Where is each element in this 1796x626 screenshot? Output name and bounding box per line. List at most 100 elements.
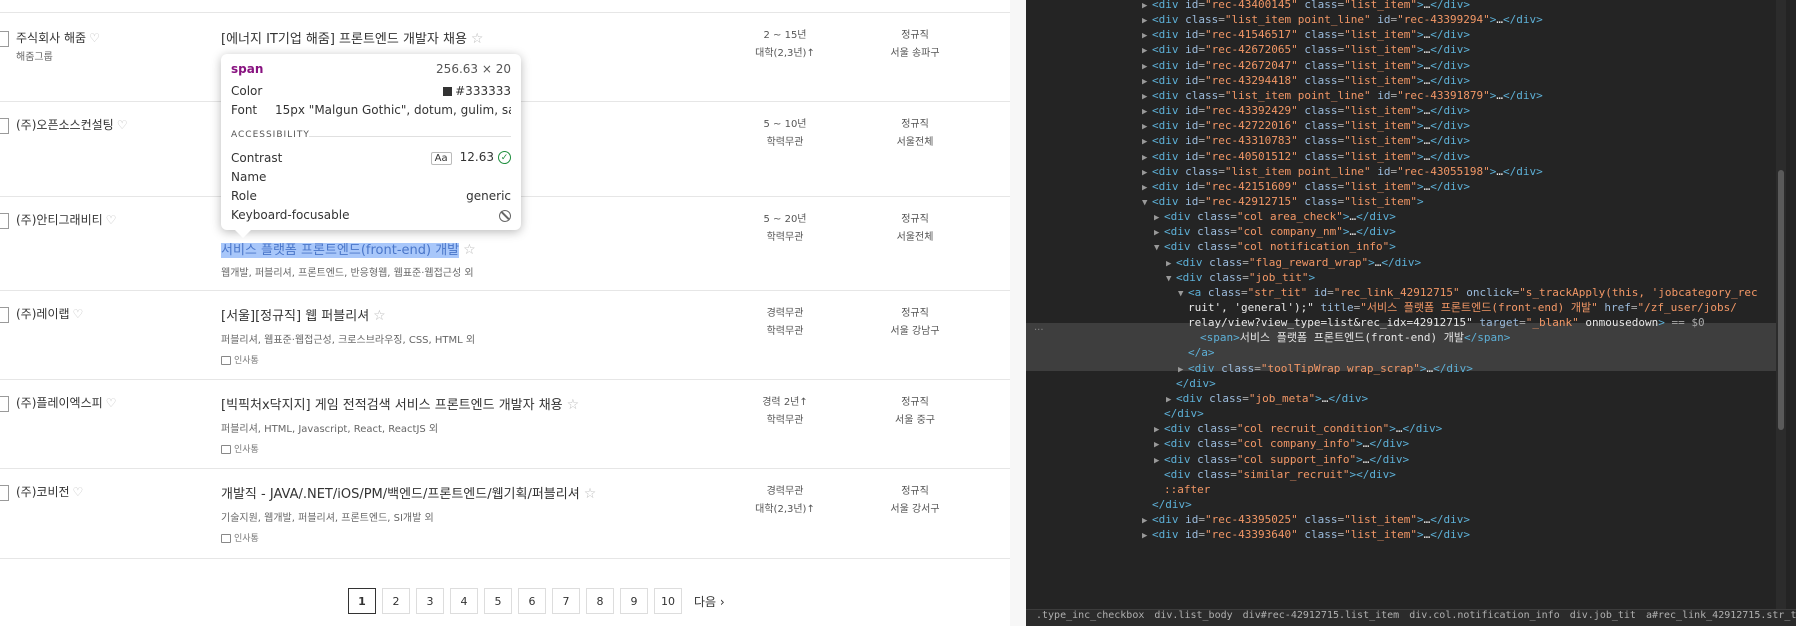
dom-node-line[interactable]: ▶ <div class="toolTipWrap wrap_scrap">…</… <box>1178 361 1473 378</box>
dom-node-line[interactable]: <span>서비스 플랫폼 프론트엔드(front-end) 개발</span> <box>1190 330 1510 345</box>
breadcrumb-item[interactable]: div.col.notification_info <box>1409 610 1560 621</box>
job-meta: 기술지원, 웹개발, 퍼블리셔, 프론트엔드, SI개발 외 <box>221 513 434 524</box>
breadcrumb: .type_inc_checkbox div.list_body div#rec-4… <box>1026 609 1796 626</box>
page-1-button[interactable]: 1 <box>348 588 376 614</box>
page-4-button[interactable]: 4 <box>450 588 478 614</box>
check-circle-icon: ✓ <box>498 151 511 164</box>
row-checkbox[interactable] <box>0 307 9 323</box>
job-title[interactable]: [에너지 IT기업 해줌] 프론트엔드 개발자 채용 ☆ <box>221 28 483 47</box>
dom-node-line[interactable]: </div> <box>1154 406 1204 421</box>
next-page-button[interactable]: 다음 › <box>694 593 725 610</box>
expand-triangle-icon[interactable]: ▼ <box>1166 272 1176 287</box>
company-info: 정규직 서울 강서구 <box>860 483 970 519</box>
scrollbar-thumb[interactable] <box>1778 170 1784 430</box>
job-title-label[interactable]: 개발직 - JAVA/.NET/iOS/PM/백엔드/프론트엔드/웹기획/퍼블리… <box>221 487 580 502</box>
panel-gap <box>1010 0 1026 626</box>
job-meta: 퍼블리셔, HTML, Javascript, React, ReactJS 외 <box>221 424 439 435</box>
breadcrumb-item[interactable]: .type_inc_checkbox <box>1036 610 1144 621</box>
heart-icon[interactable]: ♡ <box>89 31 100 45</box>
tooltip-keyboard-label: Keyboard-focusable <box>231 208 350 222</box>
job-title[interactable]: [빅픽처x닥지지] 게임 전적검색 서비스 프론트엔드 개발자 채용 ☆ <box>221 394 579 413</box>
company-name[interactable]: 주식회사 해줌 ♡ <box>16 29 100 46</box>
employment-type: 정규직 <box>901 397 929 408</box>
dom-node-line[interactable]: </div> <box>1166 376 1216 391</box>
company-label[interactable]: (주)안티그래비티 <box>16 213 103 227</box>
star-icon[interactable]: ☆ <box>471 31 484 47</box>
job-title[interactable]: 개발직 - JAVA/.NET/iOS/PM/백엔드/프론트엔드/웹기획/퍼블리… <box>221 483 596 502</box>
page-6-button[interactable]: 6 <box>518 588 546 614</box>
breadcrumb-item[interactable]: a#rec_link_42912715.str_tit <box>1646 610 1796 621</box>
expand-triangle-icon[interactable]: ▶ <box>1142 529 1152 544</box>
company-name[interactable]: (주)안티그래비티 ♡ <box>16 211 116 228</box>
company-name[interactable]: (주)플레이엑스피 ♡ <box>16 394 116 411</box>
dom-node-line[interactable]: ::after <box>1154 482 1210 497</box>
chat-icon <box>221 445 231 454</box>
expand-triangle-icon[interactable]: ▼ <box>1142 196 1152 211</box>
education: 대학(2,3년)↑ <box>755 504 815 515</box>
page-5-button[interactable]: 5 <box>484 588 512 614</box>
page-3-button[interactable]: 3 <box>416 588 444 614</box>
star-icon[interactable]: ☆ <box>463 242 476 258</box>
dom-node-text: <div id="rec-43294418" class="list_item"… <box>1152 73 1470 87</box>
experience: 경력무관 <box>766 486 804 497</box>
company-label[interactable]: (주)레이랩 <box>16 307 70 321</box>
row-checkbox[interactable] <box>0 31 9 47</box>
company-label[interactable]: (주)코비전 <box>16 485 70 499</box>
heart-icon[interactable]: ♡ <box>73 485 84 499</box>
dom-node-line[interactable]: </a> <box>1178 345 1215 360</box>
company-label[interactable]: (주)오픈소스컨설팅 <box>16 118 114 132</box>
dom-node-line[interactable]: relay/view?view_type=list&rec_idx=429127… <box>1178 315 1705 330</box>
tooltip-font-value: 15px "Malgun Gothic", dotum, gulim, san.… <box>275 103 511 117</box>
more-icon[interactable]: ··· <box>1034 325 1044 336</box>
star-icon[interactable]: ☆ <box>584 486 597 502</box>
breadcrumb-item[interactable]: div.job_tit <box>1570 610 1636 621</box>
education: 학력무관 <box>766 137 804 148</box>
dom-node-text: <div class="job_meta">…</div> <box>1176 391 1369 405</box>
row-checkbox[interactable] <box>0 396 9 412</box>
company-label[interactable]: 주식회사 해줌 <box>16 31 86 45</box>
row-checkbox[interactable] <box>0 213 9 229</box>
company-label[interactable]: (주)플레이엑스피 <box>16 396 103 410</box>
next-page-label[interactable]: 다음 <box>694 595 716 609</box>
tooltip-color-label: Color <box>231 84 263 98</box>
heart-icon[interactable]: ♡ <box>73 307 84 321</box>
heart-icon[interactable]: ♡ <box>106 396 117 410</box>
dom-node-line[interactable]: ▶ <div id="rec-43393640" class="list_item… <box>1142 527 1470 544</box>
job-title[interactable]: 서비스 플랫폼 프론트엔드(front-end) 개발 ☆ <box>221 239 476 258</box>
dom-node-line[interactable]: <div class="similar_recruit"></div> <box>1154 467 1396 482</box>
experience: 5 ~ 10년 <box>763 119 807 130</box>
company-info: 정규직 서울 송파구 <box>860 27 970 63</box>
recruit-condition: 경력 2년↑ 학력무관 <box>730 394 840 430</box>
job-title-label[interactable]: [서울][정규직] 웹 퍼블리셔 <box>221 309 369 324</box>
company-name[interactable]: (주)오픈소스컨설팅 ♡ <box>16 116 127 133</box>
company-name[interactable]: (주)레이랩 ♡ <box>16 305 83 322</box>
job-title-label[interactable]: [에너지 IT기업 해줌] 프론트엔드 개발자 채용 <box>221 32 467 47</box>
not-allowed-icon <box>499 209 511 222</box>
page-8-button[interactable]: 8 <box>586 588 614 614</box>
heart-icon[interactable]: ♡ <box>106 213 117 227</box>
breadcrumb-item[interactable]: div.list_body <box>1154 610 1232 621</box>
page-10-button[interactable]: 10 <box>654 588 682 614</box>
dom-node-text: <div class="col company_info">…</div> <box>1164 437 1410 451</box>
job-title-label[interactable]: 서비스 플랫폼 프론트엔드(front-end) 개발 <box>221 243 460 258</box>
heart-icon[interactable]: ♡ <box>117 118 128 132</box>
star-icon[interactable]: ☆ <box>567 397 580 413</box>
company-name[interactable]: (주)코비전 ♡ <box>16 483 83 500</box>
dom-node-line[interactable]: </div> <box>1142 497 1192 512</box>
company-info: 정규직 서울 강남구 <box>860 305 970 341</box>
dom-node-text: <div id="rec-42672047" class="list_item"… <box>1152 58 1470 72</box>
recruit-condition: 5 ~ 10년학력무관 <box>730 116 840 152</box>
page-9-button[interactable]: 9 <box>620 588 648 614</box>
page-2-button[interactable]: 2 <box>382 588 410 614</box>
breadcrumb-item[interactable]: div#rec-42912715.list_item <box>1243 610 1400 621</box>
dom-node-text: </a> <box>1188 346 1215 360</box>
row-checkbox[interactable] <box>0 118 9 134</box>
dom-node-line[interactable]: ruit', 'general');" title="서비스 플랫폼 프론트엔드… <box>1178 300 1737 315</box>
page-7-button[interactable]: 7 <box>552 588 580 614</box>
devtools-scrollbar[interactable] <box>1776 0 1786 609</box>
job-title-label[interactable]: [빅픽처x닥지지] 게임 전적검색 서비스 프론트엔드 개발자 채용 <box>221 398 563 413</box>
job-title[interactable]: [서울][정규직] 웹 퍼블리셔 ☆ <box>221 305 386 324</box>
star-icon[interactable]: ☆ <box>373 308 386 324</box>
row-checkbox[interactable] <box>0 485 9 501</box>
expand-triangle-icon[interactable]: ▼ <box>1154 241 1164 256</box>
